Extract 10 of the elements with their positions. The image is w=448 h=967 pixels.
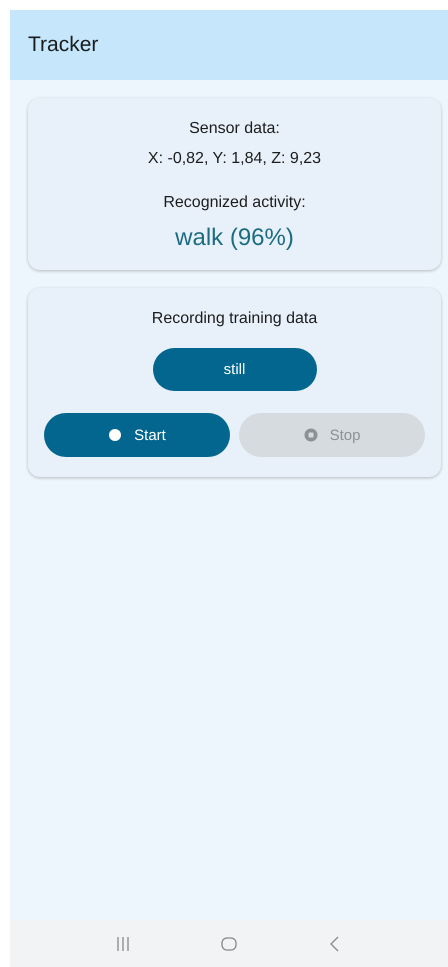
sensor-reading: X: -0,82, Y: 1,84, Z: 9,23: [148, 150, 322, 168]
activity-heading: Recognized activity:: [163, 194, 306, 212]
recording-heading: Recording training data: [152, 310, 318, 328]
sensor-heading: Sensor data:: [189, 120, 280, 138]
record-icon: [108, 428, 122, 442]
activity-value: walk (96%): [175, 224, 294, 252]
activity-label-button[interactable]: still: [152, 348, 316, 391]
start-button[interactable]: Start: [44, 413, 230, 457]
stop-icon: [304, 428, 318, 442]
app-title: Tracker: [28, 33, 98, 57]
